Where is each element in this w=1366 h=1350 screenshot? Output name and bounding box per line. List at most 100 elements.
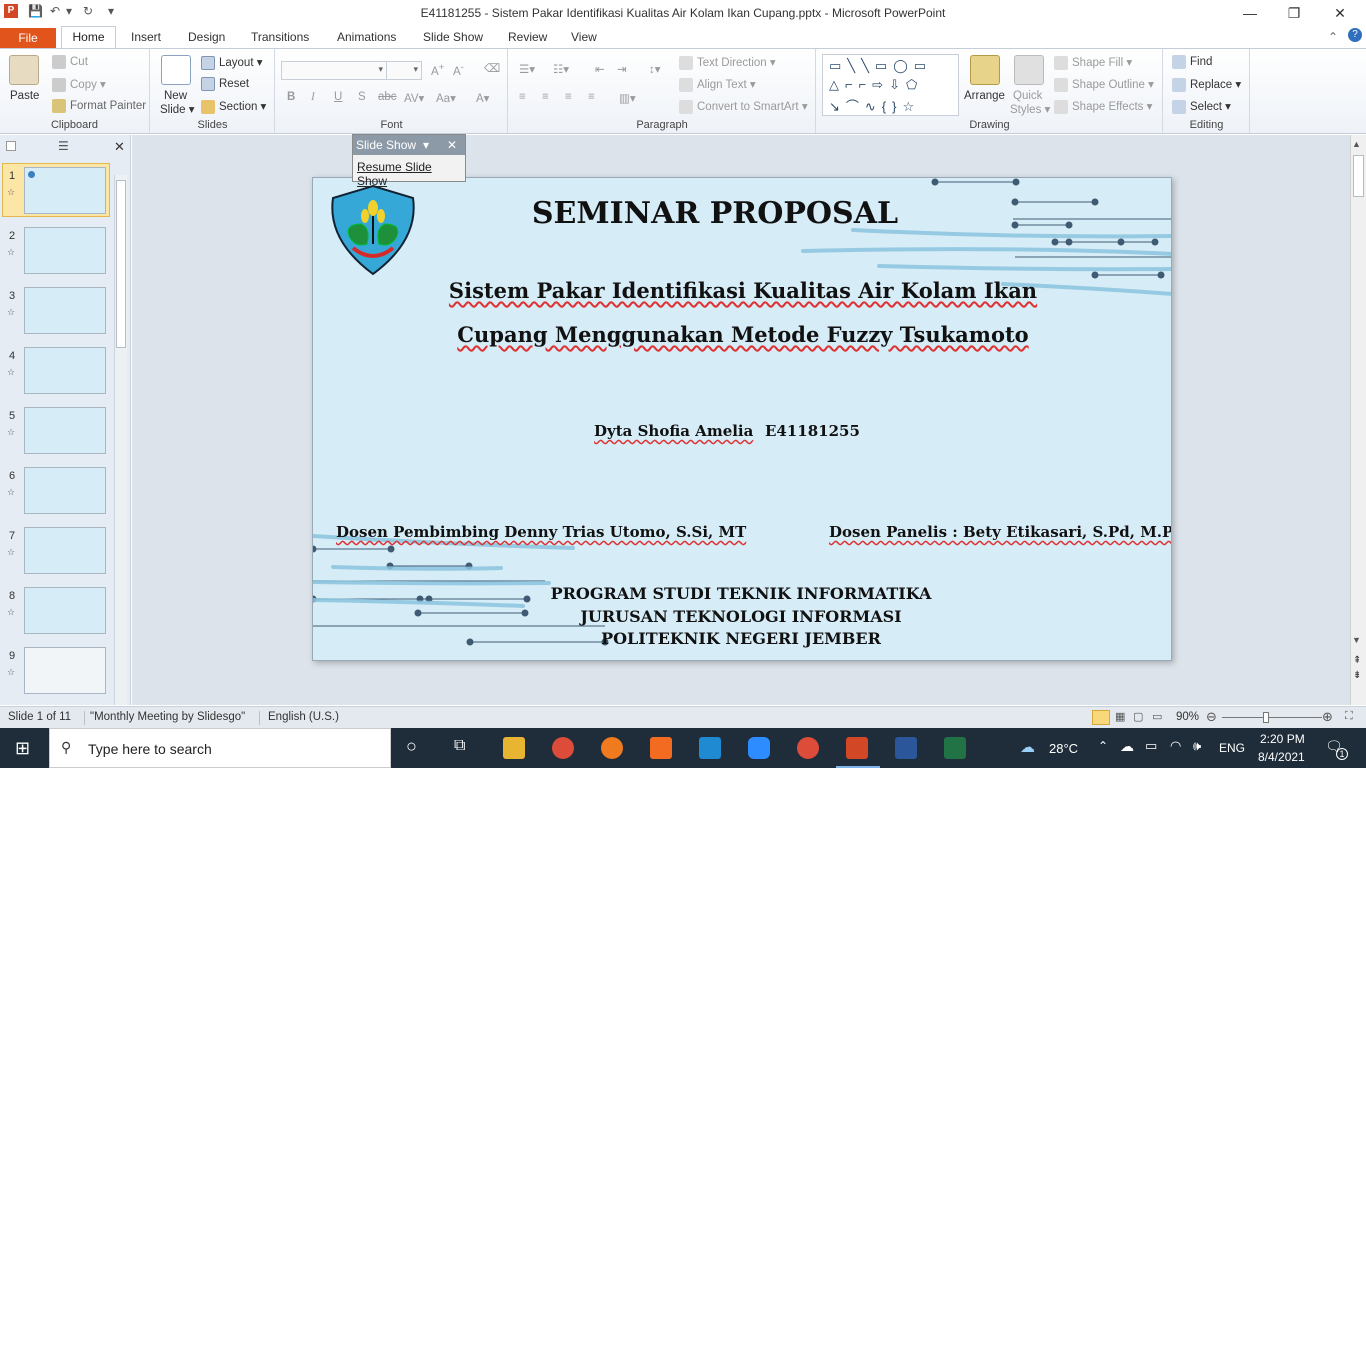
supervisor-text[interactable]: Dosen Pembimbing Denny Trias Utomo, S.Si… — [336, 523, 746, 541]
show-hidden-icons-icon[interactable]: ⌃ — [1098, 739, 1108, 753]
outline-tab-icon[interactable]: ☰ — [58, 139, 69, 153]
file-explorer-icon[interactable] — [503, 737, 525, 759]
slide-canvas[interactable]: SEMINAR PROPOSAL Sistem Pakar Identifika… — [312, 177, 1172, 661]
font-color-icon[interactable]: A▾ — [476, 91, 489, 105]
minimize-ribbon-icon[interactable]: ⌃ — [1328, 30, 1338, 44]
theme-name[interactable]: "Monthly Meeting by Slidesgo" — [90, 711, 245, 723]
powerpoint-taskbar-icon[interactable] — [846, 737, 868, 759]
wifi-icon[interactable]: ◠ — [1170, 738, 1181, 754]
arrange-icon[interactable] — [970, 55, 1000, 85]
temperature[interactable]: 28°C — [1049, 741, 1078, 756]
char-spacing-icon[interactable]: AV▾ — [404, 91, 424, 105]
study-program[interactable]: PROGRAM STUDI TEKNIK INFORMATIKA — [487, 584, 995, 603]
columns-icon[interactable]: ▥▾ — [619, 91, 636, 105]
slide-thumbnail-9[interactable] — [24, 647, 106, 694]
line-spacing-icon[interactable]: ↕▾ — [649, 62, 661, 76]
battery-icon[interactable]: ▭ — [1145, 738, 1157, 754]
chrome-icon[interactable] — [552, 737, 574, 759]
layout-button[interactable]: Layout ▾ — [201, 55, 263, 70]
panelist-text[interactable]: Dosen Panelis : Bety Etikasari, S.Pd, M.… — [829, 523, 1171, 541]
font-size-combobox[interactable]: ▾ — [386, 61, 422, 80]
taskbar-search-box[interactable]: ⚲ Type here to search — [49, 728, 391, 768]
zoom-in-icon[interactable]: ⊕ — [1322, 709, 1333, 725]
align-right-icon[interactable]: ≡ — [565, 91, 572, 103]
slide-show-toolbar-header[interactable]: Slide Show ▾ ✕ — [353, 135, 465, 155]
cortana-icon[interactable]: ○ — [406, 736, 417, 757]
slide-thumbnail-5[interactable] — [24, 407, 106, 454]
clock-time[interactable]: 2:20 PM — [1260, 732, 1305, 746]
align-text-button[interactable]: Align Text ▾ — [679, 77, 756, 92]
language-indicator[interactable]: English (U.S.) — [268, 711, 339, 723]
arrange-button[interactable]: Arrange — [964, 90, 1005, 102]
cut-button[interactable]: Cut — [52, 55, 88, 69]
slide-thumbnail-2[interactable] — [24, 227, 106, 274]
slides-tab-icon[interactable] — [6, 141, 16, 151]
slide-subtitle-1[interactable]: Sistem Pakar Identifikasi Kualitas Air K… — [313, 278, 1171, 303]
quick-styles-dropdown[interactable]: Styles ▾ — [1010, 102, 1050, 116]
slide-thumbnail-8[interactable] — [24, 587, 106, 634]
zoom-slider-thumb[interactable] — [1263, 712, 1269, 723]
xampp-icon[interactable] — [650, 737, 672, 759]
underline-icon[interactable]: U — [334, 91, 342, 103]
panel-scroll-thumb[interactable] — [116, 180, 126, 348]
reading-view-icon[interactable]: ▢ — [1133, 710, 1143, 723]
slide-sorter-icon[interactable]: ▦ — [1115, 710, 1125, 723]
slide-thumbnail-3[interactable] — [24, 287, 106, 334]
normal-view-icon[interactable] — [1092, 710, 1110, 725]
align-center-icon[interactable]: ≡ — [542, 91, 549, 103]
increase-indent-icon[interactable]: ⇥ — [617, 62, 627, 76]
chrome-profile-icon[interactable] — [797, 737, 819, 759]
close-panel-icon[interactable]: ✕ — [114, 139, 125, 155]
minimize-button[interactable]: — — [1228, 2, 1272, 24]
zoom-level[interactable]: 90% — [1176, 711, 1199, 723]
tab-design[interactable]: Design — [188, 30, 225, 44]
help-icon[interactable]: ? — [1348, 28, 1362, 42]
scroll-up-icon[interactable]: ▲ — [1352, 139, 1361, 149]
slide-thumbnail-4[interactable] — [24, 347, 106, 394]
grow-font-icon[interactable]: A+ — [431, 62, 444, 78]
volume-icon[interactable]: 🕪 — [1193, 738, 1201, 754]
select-button[interactable]: Select ▾ — [1172, 99, 1231, 114]
firefox-icon[interactable] — [601, 737, 623, 759]
scroll-down-icon[interactable]: ▼ — [1352, 635, 1361, 645]
toolbar-close-icon[interactable]: ✕ — [447, 135, 457, 155]
close-button[interactable]: ✕ — [1318, 2, 1362, 24]
editor-scroll-thumb[interactable] — [1353, 155, 1364, 197]
student-id[interactable]: E41181255 — [765, 422, 860, 440]
department[interactable]: JURUSAN TEKNOLOGI INFORMASI — [487, 607, 995, 626]
clock-date[interactable]: 8/4/2021 — [1258, 750, 1305, 764]
replace-button[interactable]: Replace ▾ — [1172, 77, 1241, 92]
slide-thumbnail-6[interactable] — [24, 467, 106, 514]
tab-animations[interactable]: Animations — [337, 30, 396, 44]
shrink-font-icon[interactable]: A- — [453, 62, 464, 78]
shadow-icon[interactable]: S — [358, 91, 366, 103]
slide-show-view-icon[interactable]: ▭ — [1152, 710, 1162, 723]
paste-button[interactable]: Paste — [10, 90, 39, 102]
slide-show-toolbar[interactable]: Slide Show ▾ ✕ Resume Slide Show — [352, 134, 466, 188]
word-icon[interactable] — [895, 737, 917, 759]
reset-button[interactable]: Reset — [201, 77, 249, 91]
fit-to-window-icon[interactable]: ⛶ — [1345, 710, 1353, 723]
paste-icon[interactable] — [9, 55, 39, 85]
bold-icon[interactable]: B — [287, 91, 295, 103]
bullets-icon[interactable]: ☰▾ — [519, 62, 535, 76]
shape-effects-button[interactable]: Shape Effects ▾ — [1054, 99, 1152, 114]
font-name-combobox[interactable]: ▾ — [281, 61, 387, 80]
new-slide-button[interactable]: New — [164, 90, 187, 102]
tab-slide-show[interactable]: Slide Show — [423, 30, 483, 44]
shape-outline-button[interactable]: Shape Outline ▾ — [1054, 77, 1154, 92]
numbering-icon[interactable]: ☷▾ — [553, 62, 569, 76]
onedrive-icon[interactable]: ☁ — [1120, 738, 1134, 755]
align-left-icon[interactable]: ≡ — [519, 91, 526, 103]
clear-formatting-icon[interactable]: ⌫ — [484, 61, 500, 75]
tab-home[interactable]: Home — [61, 26, 116, 49]
task-view-icon[interactable]: ⧉ — [454, 737, 465, 755]
new-slide-icon[interactable] — [161, 55, 191, 85]
slide-thumbnail-1[interactable] — [24, 167, 106, 214]
toolbar-dropdown-icon[interactable]: ▾ — [423, 135, 429, 155]
editor-scrollbar[interactable]: ▲ ▼ ⇞ ⇟ — [1350, 135, 1366, 705]
shapes-gallery[interactable]: ▭╲╲▭◯▭ △⌐⌐⇨⇩⬠ ↘⌒∿{}☆ — [822, 54, 959, 116]
start-icon[interactable]: ⊞ — [15, 738, 30, 759]
panel-scrollbar[interactable] — [114, 175, 127, 705]
next-slide-icon[interactable]: ⇟ — [1353, 670, 1361, 681]
